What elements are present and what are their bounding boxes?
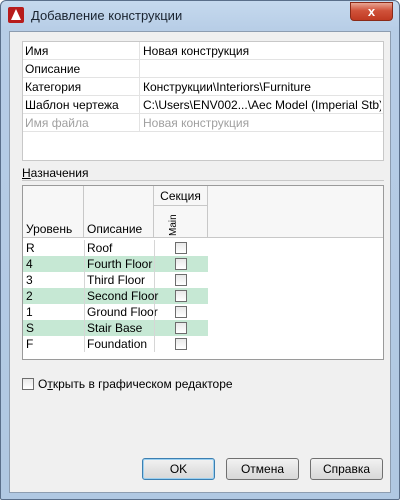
column-header-main[interactable]: Main (154, 206, 208, 238)
property-key: Категория (25, 80, 82, 94)
level-cell: 4 (26, 257, 33, 271)
level-cell: 3 (26, 273, 33, 287)
description-cell: Ground Floor (87, 305, 158, 319)
description-cell: Foundation (87, 337, 148, 351)
description-cell: Stair Base (87, 321, 143, 335)
table-row[interactable]: 3 Third Floor (23, 272, 208, 288)
cancel-button[interactable]: Отмена (226, 458, 299, 480)
section-main-checkbox[interactable] (175, 322, 187, 334)
level-cell: R (26, 241, 35, 255)
table-row[interactable]: S Stair Base (23, 320, 208, 336)
level-cell: F (26, 337, 34, 351)
property-value-category[interactable]: Конструкции\Interiors\Furniture (143, 80, 381, 94)
open-in-editor-label[interactable]: Открыть в графическом редакторе (38, 377, 233, 391)
description-cell: Roof (87, 241, 113, 255)
section-main-checkbox[interactable] (175, 274, 187, 286)
window-title: Добавление конструкции (31, 8, 183, 23)
description-cell: Third Floor (87, 273, 146, 287)
column-header-section[interactable]: Секция (154, 186, 208, 206)
assignments-label: Назначения (22, 166, 89, 180)
table-row[interactable]: 1 Ground Floor (23, 304, 208, 320)
assignments-grid: Уровень Описание Секция Main R Roof 4 Fo… (22, 185, 384, 360)
table-row[interactable]: 2 Second Floor (23, 288, 208, 304)
properties-grid: Имя Новая конструкция Описание Категория… (22, 41, 384, 161)
property-key: Описание (25, 62, 81, 76)
section-main-checkbox[interactable] (175, 306, 187, 318)
level-cell: S (26, 321, 35, 335)
table-row[interactable]: 4 Fourth Floor (23, 256, 208, 272)
section-main-checkbox[interactable] (175, 338, 187, 350)
autocad-app-icon (8, 7, 24, 23)
property-row-description[interactable]: Описание (23, 60, 383, 78)
section-main-checkbox[interactable] (175, 258, 187, 270)
property-value-template[interactable]: C:\Users\ENV002...\Aec Model (Imperial S… (143, 98, 381, 112)
property-key: Имя файла (25, 116, 89, 130)
property-value-filename: Новая конструкция (143, 116, 250, 130)
property-key: Шаблон чертежа (25, 98, 119, 112)
property-row-template[interactable]: Шаблон чертежа C:\Users\ENV002...\Aec Mo… (23, 96, 383, 114)
column-header-description[interactable]: Описание (84, 186, 154, 238)
section-main-checkbox[interactable] (175, 290, 187, 302)
description-cell: Second Floor (87, 289, 159, 303)
property-row-name[interactable]: Имя Новая конструкция (23, 42, 383, 60)
dialog-body: Имя Новая конструкция Описание Категория… (9, 31, 391, 493)
property-row-filename: Имя файла Новая конструкция (23, 114, 383, 132)
level-cell: 2 (26, 289, 33, 303)
level-cell: 1 (26, 305, 33, 319)
property-row-category[interactable]: Категория Конструкции\Interiors\Furnitur… (23, 78, 383, 96)
ok-button[interactable]: OK (142, 458, 215, 480)
description-cell: Fourth Floor (87, 257, 153, 271)
help-button[interactable]: Справка (310, 458, 383, 480)
title-bar[interactable]: Добавление конструкции x (1, 1, 399, 31)
property-value-name[interactable]: Новая конструкция (143, 44, 381, 58)
column-header-level[interactable]: Уровень (23, 186, 84, 238)
table-row[interactable]: F Foundation (23, 336, 208, 352)
divider (22, 180, 384, 181)
close-button[interactable]: x (350, 2, 393, 21)
table-row[interactable]: R Roof (23, 240, 208, 256)
dialog-window: Добавление конструкции x Имя Новая конст… (0, 0, 400, 500)
open-in-editor-checkbox[interactable] (22, 378, 34, 390)
property-key: Имя (25, 44, 49, 58)
grid-header: Уровень Описание Секция Main (23, 186, 383, 238)
section-main-checkbox[interactable] (175, 242, 187, 254)
